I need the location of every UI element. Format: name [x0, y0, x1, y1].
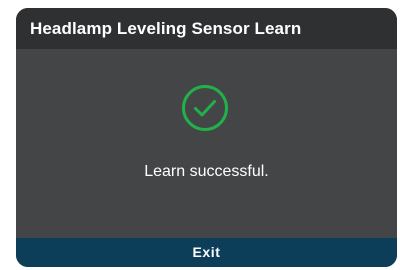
check-mark	[194, 100, 216, 117]
status-message: Learn successful.	[144, 163, 269, 180]
check-circle-ring	[182, 85, 228, 131]
learn-result-dialog: Headlamp Leveling Sensor Learn Learn suc…	[16, 8, 397, 267]
dialog-body: Learn successful.	[16, 49, 397, 238]
dialog-title: Headlamp Leveling Sensor Learn	[30, 19, 302, 38]
exit-button[interactable]: Exit	[16, 238, 397, 267]
dialog-title-bar: Headlamp Leveling Sensor Learn	[16, 8, 397, 49]
check-circle-icon	[182, 85, 228, 131]
